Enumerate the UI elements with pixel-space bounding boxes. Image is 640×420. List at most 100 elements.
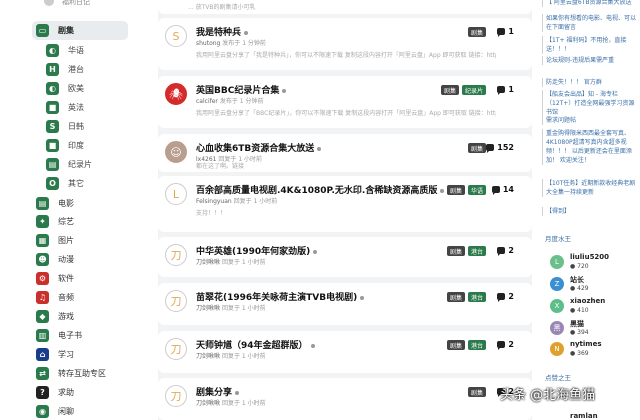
avatar[interactable]: 黑 — [550, 321, 564, 335]
tag-badge[interactable]: 剧集 — [446, 185, 465, 195]
thread-card[interactable]: 刀天师钟馗（94年金超群版） 刀剑啾啾 回复于 1 小时前 剧集 港台 2 — [158, 331, 532, 373]
thread-title[interactable]: 剧集分享 — [196, 385, 240, 398]
thread-title-text[interactable]: 百余部高质量电视剧.4K&1080P.无水印.含稀缺资源高质版 — [196, 186, 437, 196]
avatar[interactable]: 刀 — [165, 290, 187, 312]
thread-title-text[interactable]: 中华英雄(1990年何家劲版) — [196, 247, 310, 257]
sidebar-item-14[interactable]: ♫ 音频 — [36, 288, 74, 307]
thread-title-text[interactable]: 苗翠花(1996年关咏荷主演TVB电视剧) — [196, 293, 357, 303]
leaderboard-user[interactable]: 黑黑猫 ● 394 — [550, 319, 636, 341]
sidebar-item-19[interactable]: ? 求助 — [36, 383, 74, 402]
thread-card[interactable]: 🕷 英国BBC纪录片合集 calcifer 发布于 1 分钟前 我用阿里云盘分享了「B… — [158, 76, 532, 128]
tag-badge[interactable]: 剧集 — [467, 143, 486, 153]
thread-title[interactable]: 中华英雄(1990年何家劲版) — [196, 244, 318, 257]
username[interactable]: nytimes — [570, 340, 602, 348]
thread-title[interactable]: 我是特种兵 — [196, 25, 249, 38]
tag-badge[interactable]: 剧集 — [446, 246, 465, 256]
leaderboard-user[interactable]: Lliuliu5200 ● 720 — [550, 253, 636, 275]
avatar[interactable]: L — [550, 255, 564, 269]
thread-title-text[interactable]: 天师钟馗（94年金超群版） — [196, 341, 308, 351]
sidebar-item-1[interactable]: ◐ 华语 — [46, 41, 84, 60]
thread-title[interactable]: 英国BBC纪录片合集 — [196, 83, 287, 96]
thread-title[interactable]: 天师钟馗（94年金超群版） — [196, 338, 315, 351]
thread-author[interactable]: 刀剑啾啾 — [196, 259, 220, 266]
thread-card[interactable]: ☺ 心血收集6TB资源合集大放送 lx4261 回复于 1 小时前 都在这了啊。链接剧… — [158, 134, 532, 172]
sidebar-item-6[interactable]: ■ 印度 — [46, 136, 84, 155]
thread-title[interactable]: 心血收集6TB资源合集大放送 — [196, 141, 322, 154]
thread-author[interactable]: shutong — [196, 40, 220, 47]
tag-badge[interactable]: 港台 — [467, 246, 486, 256]
thread-card[interactable]: 刀剧集分享 刀剑啾啾 回复于 1 小时前 剧集 2 — [158, 378, 532, 420]
username[interactable]: 黑猫 — [570, 319, 584, 329]
thread-author[interactable]: calcifer — [196, 98, 218, 105]
sidebar-item-0[interactable]: ▭ 剧集 — [32, 21, 128, 40]
sidebar-item-8[interactable]: O 其它 — [46, 174, 84, 193]
tag-badge[interactable]: 剧集 — [446, 340, 465, 350]
sidebar-item-17[interactable]: ⌂ 学习 — [36, 345, 74, 364]
sidebar-link[interactable]: 【1T+ 福利码】不用抢，直接送！！！ — [542, 36, 636, 54]
sidebar-item-9[interactable]: ▤ 电影 — [36, 194, 74, 213]
tag-badge[interactable]: 剧集 — [446, 292, 465, 302]
sidebar-link[interactable]: 【10T任务】近期新款收经典老剧大全集一持续更新 — [542, 179, 636, 197]
sidebar-item-16[interactable]: ▥ 电子书 — [36, 326, 82, 345]
sidebar-item-11[interactable]: ▦ 图片 — [36, 231, 74, 250]
tag-badge[interactable]: 港台 — [467, 292, 486, 302]
sidebar-item-18[interactable]: ⇄ 转存互助专区 — [36, 364, 106, 383]
avatar[interactable]: S — [165, 25, 187, 47]
thread-author[interactable]: 刀剑啾啾 — [196, 305, 220, 312]
tag-badge[interactable]: 剧集 — [440, 85, 459, 95]
thread-title-text[interactable]: 剧集分享 — [196, 388, 232, 398]
avatar[interactable]: ☺ — [165, 141, 187, 163]
thread-title[interactable]: 苗翠花(1996年关咏荷主演TVB电视剧) — [196, 290, 365, 303]
thread-card[interactable]: 刀苗翠花(1996年关咏荷主演TVB电视剧) 刀剑啾啾 回复于 1 小时前 剧集 港台… — [158, 283, 532, 325]
avatar[interactable]: X — [550, 299, 564, 313]
sidebar-item-3[interactable]: ◐ 欧美 — [46, 79, 84, 98]
sidebar-link[interactable]: 重金购得限米西西最全套写真、4K1080P超清写真内含超多视频！！！ 以后更新还… — [542, 129, 636, 165]
sidebar-link[interactable]: 【船友会出品】知 - 海专栏（12T+）打造全网最强学习资源书馆 — [542, 90, 636, 117]
thread-title-text[interactable]: 英国BBC纪录片合集 — [196, 86, 279, 96]
avatar[interactable]: 刀 — [165, 338, 187, 360]
avatar[interactable]: 🕷 — [165, 83, 187, 105]
avatar[interactable]: L — [165, 183, 187, 205]
tag-badge[interactable]: 剧集 — [467, 27, 486, 37]
leaderboard-user[interactable]: Z 站长 ● 429 — [550, 275, 636, 297]
sidebar-item-13[interactable]: ⚙ 软件 — [36, 269, 74, 288]
sidebar-link[interactable]: 【得到】 — [542, 207, 636, 216]
thread-author[interactable]: 刀剑啾啾 — [196, 400, 220, 407]
sidebar-item-5[interactable]: S 日韩 — [46, 117, 84, 136]
sidebar-item-20[interactable]: ◉ 闲聊 — [36, 402, 74, 420]
thread-card[interactable]: S 我是特种兵 shutong 发布于 1 分钟前 我用阿里云盘分享了「我是特种兵」，… — [158, 18, 532, 70]
sidebar-link[interactable]: 如果你有想看的电影、电视、可以在下面留言 — [542, 14, 636, 32]
sidebar-link[interactable]: 论坛规则-违规后果需严重 — [542, 56, 636, 65]
tag-badge[interactable]: 纪录片 — [461, 85, 486, 95]
username[interactable]: ramlan — [570, 412, 598, 420]
sidebar-item-4[interactable]: ■ 英法 — [46, 98, 84, 117]
leaderboard-user[interactable]: Nnytimes ● 369 — [550, 340, 636, 362]
thread-title[interactable]: 百余部高质量电视剧.4K&1080P.无水印.含稀缺资源高质版 — [196, 183, 445, 196]
tag-badge[interactable]: 港台 — [467, 340, 486, 350]
sidebar-link[interactable]: 需求问题帖 — [542, 116, 636, 125]
thread-title-text[interactable]: 我是特种兵 — [196, 28, 241, 38]
avatar[interactable]: 刀 — [165, 385, 187, 407]
sidebar-item-15[interactable]: ◆ 游戏 — [36, 307, 74, 326]
username[interactable]: xiaozhen — [570, 297, 605, 305]
leaderboard-user[interactable]: Xxiaozhen ● 410 — [550, 297, 636, 319]
sidebar-link[interactable]: 防走失！！！ 官方群 — [542, 78, 636, 87]
sidebar-item-2[interactable]: H 港台 — [46, 60, 84, 79]
sidebar-link[interactable]: 【 阿里云盘6TB资源合集大放送 — [542, 0, 636, 7]
sidebar-item-7[interactable]: ▤ 纪录片 — [46, 155, 92, 174]
username[interactable]: 站长 — [570, 275, 584, 285]
thread-title-text[interactable]: 心血收集6TB资源合集大放送 — [196, 144, 314, 154]
thread-author[interactable]: 刀剑啾啾 — [196, 353, 220, 360]
thread-author[interactable]: Felsingyuan — [196, 198, 232, 205]
username[interactable]: liuliu5200 — [570, 253, 609, 261]
sidebar-item-12[interactable]: ☻ 动漫 — [36, 250, 74, 269]
tag-badge[interactable]: 剧集 — [467, 387, 486, 397]
tag-badge[interactable]: 华语 — [467, 185, 486, 195]
thread-card[interactable]: L 百余部高质量电视剧.4K&1080P.无水印.含稀缺资源高质版 Felsingy… — [158, 176, 532, 232]
sidebar-top-label[interactable]: 福利日记 — [62, 0, 90, 7]
avatar[interactable]: 刀 — [165, 244, 187, 266]
avatar[interactable]: Z — [550, 277, 564, 291]
avatar[interactable]: N — [550, 342, 564, 356]
sidebar-item-10[interactable]: ✦ 综艺 — [36, 212, 74, 231]
thread-card[interactable]: 刀中华英雄(1990年何家劲版) 刀剑啾啾 回复于 1 小时前 剧集 港台 2 — [158, 237, 532, 277]
